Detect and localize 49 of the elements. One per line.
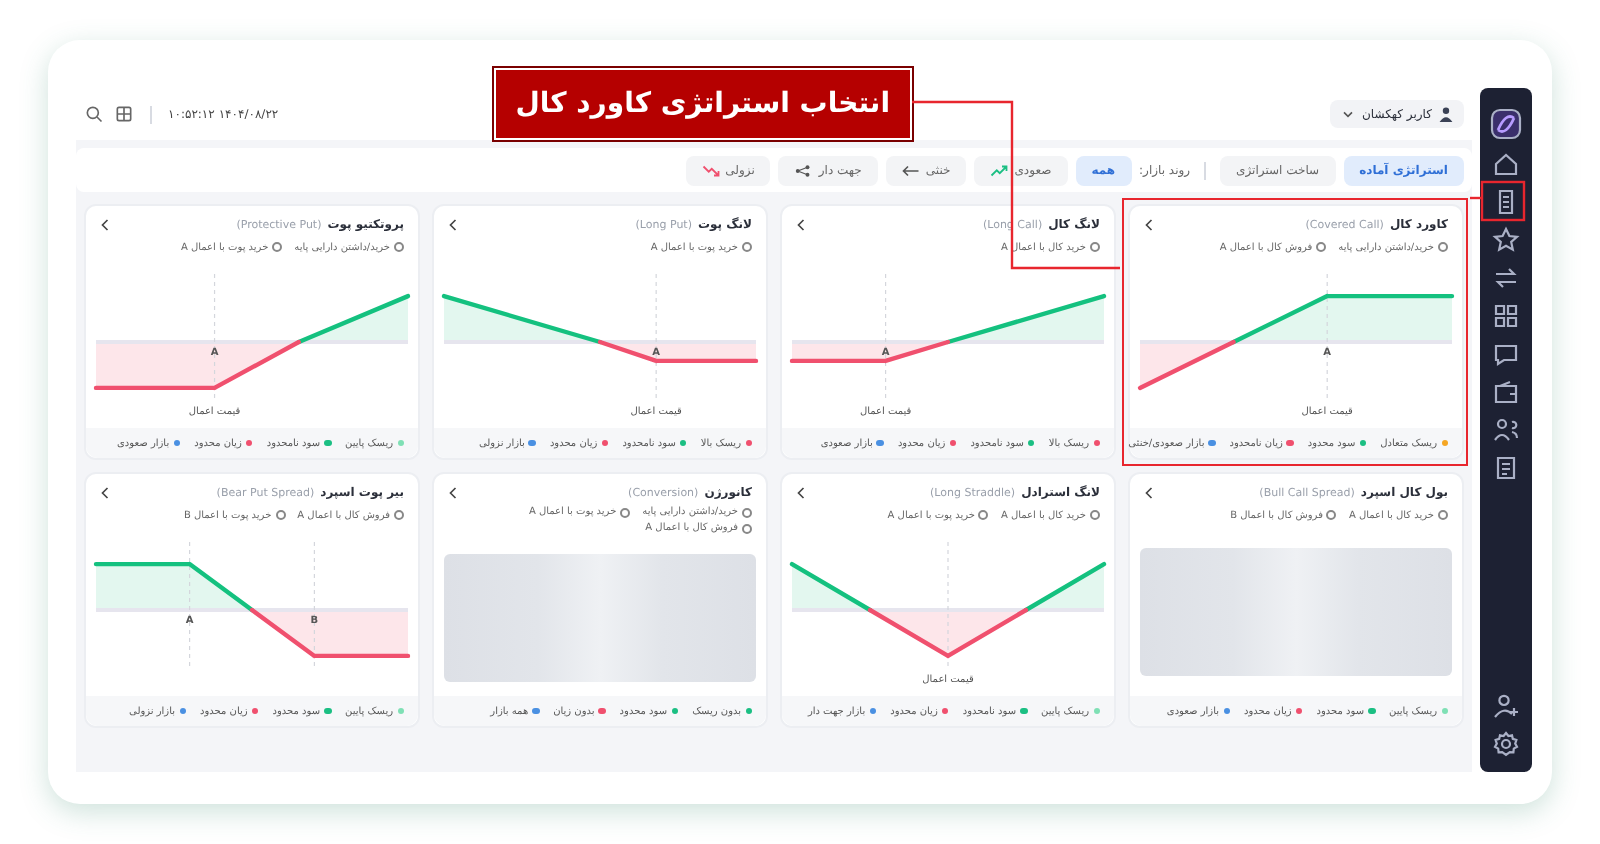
leader-line	[1470, 196, 1482, 200]
bullet-icon	[978, 510, 989, 520]
trend-up-icon	[990, 163, 1009, 177]
bullet-icon	[1090, 510, 1100, 520]
callout-label: انتخاب استراتژی کاورد کال	[493, 68, 912, 140]
grid-icon[interactable]	[1490, 300, 1522, 332]
bullet-icon	[394, 510, 404, 520]
profit-line	[296, 293, 411, 345]
strike-line	[1326, 273, 1328, 399]
logo-icon[interactable]	[1490, 108, 1522, 140]
strike-line	[885, 273, 887, 399]
chevron-left-icon[interactable]	[1144, 486, 1154, 500]
strike-line	[313, 541, 315, 667]
bullet-icon	[742, 242, 752, 252]
bullet-icon	[1316, 242, 1327, 252]
bullet-icon	[1326, 510, 1337, 520]
strike-line	[189, 541, 191, 667]
user-icon	[1438, 106, 1454, 122]
bullet-icon	[1438, 510, 1448, 520]
search-icon[interactable]	[84, 104, 104, 124]
bullet-icon	[394, 242, 404, 252]
home-icon[interactable]	[1490, 148, 1522, 180]
chevron-down-icon	[1340, 106, 1356, 122]
bullet-icon	[742, 523, 752, 533]
trend-down-icon	[701, 163, 720, 177]
bullet-icon	[275, 510, 286, 520]
chevron-left-icon[interactable]	[100, 218, 110, 232]
chevron-left-icon[interactable]	[448, 218, 458, 232]
loss-line	[1137, 339, 1236, 391]
wallet-icon[interactable]	[1490, 376, 1522, 408]
highlight-frame	[1480, 180, 1526, 222]
bullet-icon	[620, 507, 631, 517]
arrow-icon	[901, 163, 920, 177]
chevron-left-icon[interactable]	[796, 486, 806, 500]
chevron-left-icon[interactable]	[796, 218, 806, 232]
users-icon[interactable]	[1490, 414, 1522, 446]
bullet-icon	[1438, 242, 1448, 252]
strike-line	[213, 273, 216, 399]
chevron-left-icon[interactable]	[448, 486, 458, 500]
settings-icon[interactable]	[1490, 728, 1522, 760]
bullet-icon	[742, 507, 752, 517]
star-icon[interactable]	[1490, 224, 1522, 256]
bullet-icon	[1090, 242, 1100, 252]
bullet-icon	[272, 242, 283, 252]
strike-line	[655, 273, 657, 399]
chevron-left-icon[interactable]	[100, 486, 110, 500]
share-icon	[794, 163, 813, 177]
user-add-icon[interactable]	[1490, 690, 1522, 722]
chevron-left-icon[interactable]	[1144, 218, 1154, 232]
